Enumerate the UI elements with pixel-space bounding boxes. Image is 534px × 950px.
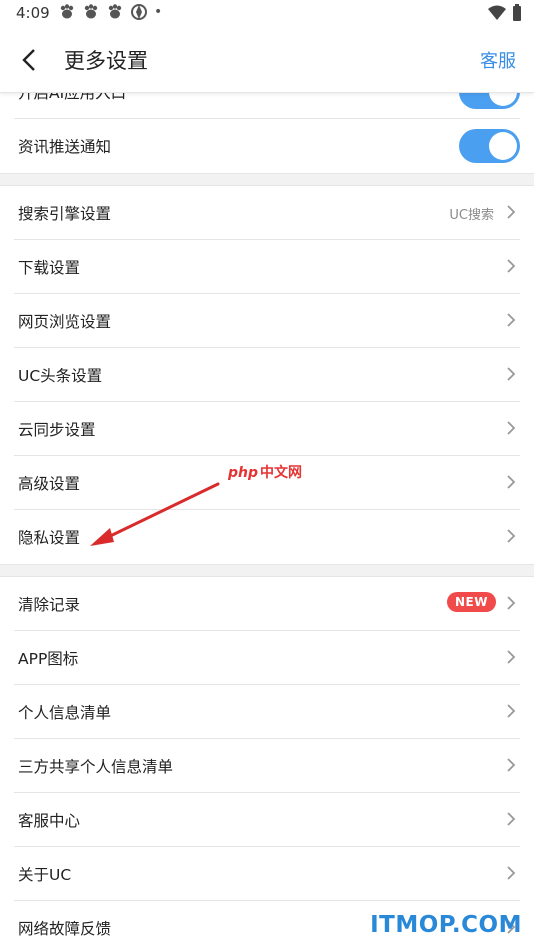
paw-icon <box>106 3 124 21</box>
ai-entry-toggle[interactable] <box>459 92 520 109</box>
php-watermark-cn: 中文网 <box>260 465 303 481</box>
status-time: 4:09 <box>16 4 50 22</box>
list-item-clear-records[interactable]: 清除记录 NEW <box>14 577 520 631</box>
section-divider <box>0 173 534 186</box>
php-watermark: php 中文网 <box>228 462 302 482</box>
chevron-right-icon <box>507 866 516 880</box>
row-label: 资讯推送通知 <box>18 138 112 156</box>
list-item-service-center[interactable]: 客服中心 <box>14 793 520 847</box>
row-label: 隐私设置 <box>18 529 81 547</box>
row-label: 网页浏览设置 <box>18 313 112 331</box>
row-label: 客服中心 <box>18 812 81 830</box>
settings-list: 开启AI应用入口 资讯推送通知 搜索引擎设置 UC搜索 下载设置 网页浏览设置 … <box>0 92 534 950</box>
list-item-privacy[interactable]: 隐私设置 <box>14 510 520 564</box>
battery-icon <box>513 4 521 21</box>
section-divider <box>0 564 534 577</box>
chevron-right-icon <box>507 205 516 219</box>
new-badge: NEW <box>447 592 496 612</box>
itmop-watermark: ITMOP.COM <box>370 912 522 938</box>
row-label: 清除记录 <box>18 596 81 614</box>
list-item-about-uc[interactable]: 关于UC <box>14 847 520 901</box>
list-item-news-push[interactable]: 资讯推送通知 <box>14 119 520 173</box>
list-item-personal-info[interactable]: 个人信息清单 <box>14 685 520 739</box>
list-item-download[interactable]: 下载设置 <box>14 240 520 294</box>
chevron-right-icon <box>507 596 516 610</box>
row-label: 网络故障反馈 <box>18 920 112 938</box>
chevron-right-icon <box>507 367 516 381</box>
row-label: 搜索引擎设置 <box>18 205 112 223</box>
system-icons <box>488 4 522 22</box>
misc-section: 清除记录 NEW APP图标 个人信息清单 三方共享个人信息清单 客服中心 关于… <box>0 577 534 950</box>
toggle-knob <box>489 132 517 160</box>
chevron-right-icon <box>507 259 516 273</box>
app-header: 更多设置 客服 <box>0 28 534 93</box>
list-item-uc-headlines[interactable]: UC头条设置 <box>14 348 520 402</box>
toggle-section: 开启AI应用入口 资讯推送通知 <box>0 92 534 173</box>
row-label: 云同步设置 <box>18 421 96 439</box>
row-label: 个人信息清单 <box>18 704 112 722</box>
status-dot: • <box>154 4 163 20</box>
list-item-app-icon[interactable]: APP图标 <box>14 631 520 685</box>
list-item-cloud-sync[interactable]: 云同步设置 <box>14 402 520 456</box>
notification-icons: • <box>58 3 172 21</box>
php-watermark-latin: php <box>228 465 259 481</box>
chevron-right-icon <box>507 529 516 543</box>
row-label: 高级设置 <box>18 475 81 493</box>
row-value: UC搜索 <box>449 208 494 223</box>
wifi-icon <box>488 5 506 20</box>
paw-icon <box>82 3 100 21</box>
paw-icon <box>58 3 76 21</box>
chevron-right-icon <box>507 421 516 435</box>
news-push-toggle[interactable] <box>459 129 520 163</box>
settings-section: 搜索引擎设置 UC搜索 下载设置 网页浏览设置 UC头条设置 云同步设置 高级设… <box>0 186 534 564</box>
list-item-search-engine[interactable]: 搜索引擎设置 UC搜索 <box>14 186 520 240</box>
chevron-right-icon <box>507 650 516 664</box>
chevron-right-icon <box>507 475 516 489</box>
row-label: 下载设置 <box>18 259 81 277</box>
row-label: 开启AI应用入口 <box>18 92 127 102</box>
page-title: 更多设置 <box>64 49 148 73</box>
chevron-right-icon <box>507 313 516 327</box>
customer-service-button[interactable]: 客服 <box>480 47 516 73</box>
list-item-ai-entry[interactable]: 开启AI应用入口 <box>14 92 520 119</box>
row-label: APP图标 <box>18 650 79 668</box>
aperture-icon <box>130 3 148 21</box>
status-bar: 4:09 • <box>0 0 534 28</box>
toggle-knob <box>489 92 517 106</box>
row-label: 关于UC <box>18 866 72 884</box>
chevron-right-icon <box>507 758 516 772</box>
list-item-third-party-sharing[interactable]: 三方共享个人信息清单 <box>14 739 520 793</box>
list-item-browsing[interactable]: 网页浏览设置 <box>14 294 520 348</box>
row-label: UC头条设置 <box>18 367 103 385</box>
chevron-right-icon <box>507 704 516 718</box>
chevron-left-icon <box>22 49 35 71</box>
chevron-right-icon <box>507 812 516 826</box>
row-label: 三方共享个人信息清单 <box>18 758 174 776</box>
back-button[interactable] <box>14 44 46 76</box>
